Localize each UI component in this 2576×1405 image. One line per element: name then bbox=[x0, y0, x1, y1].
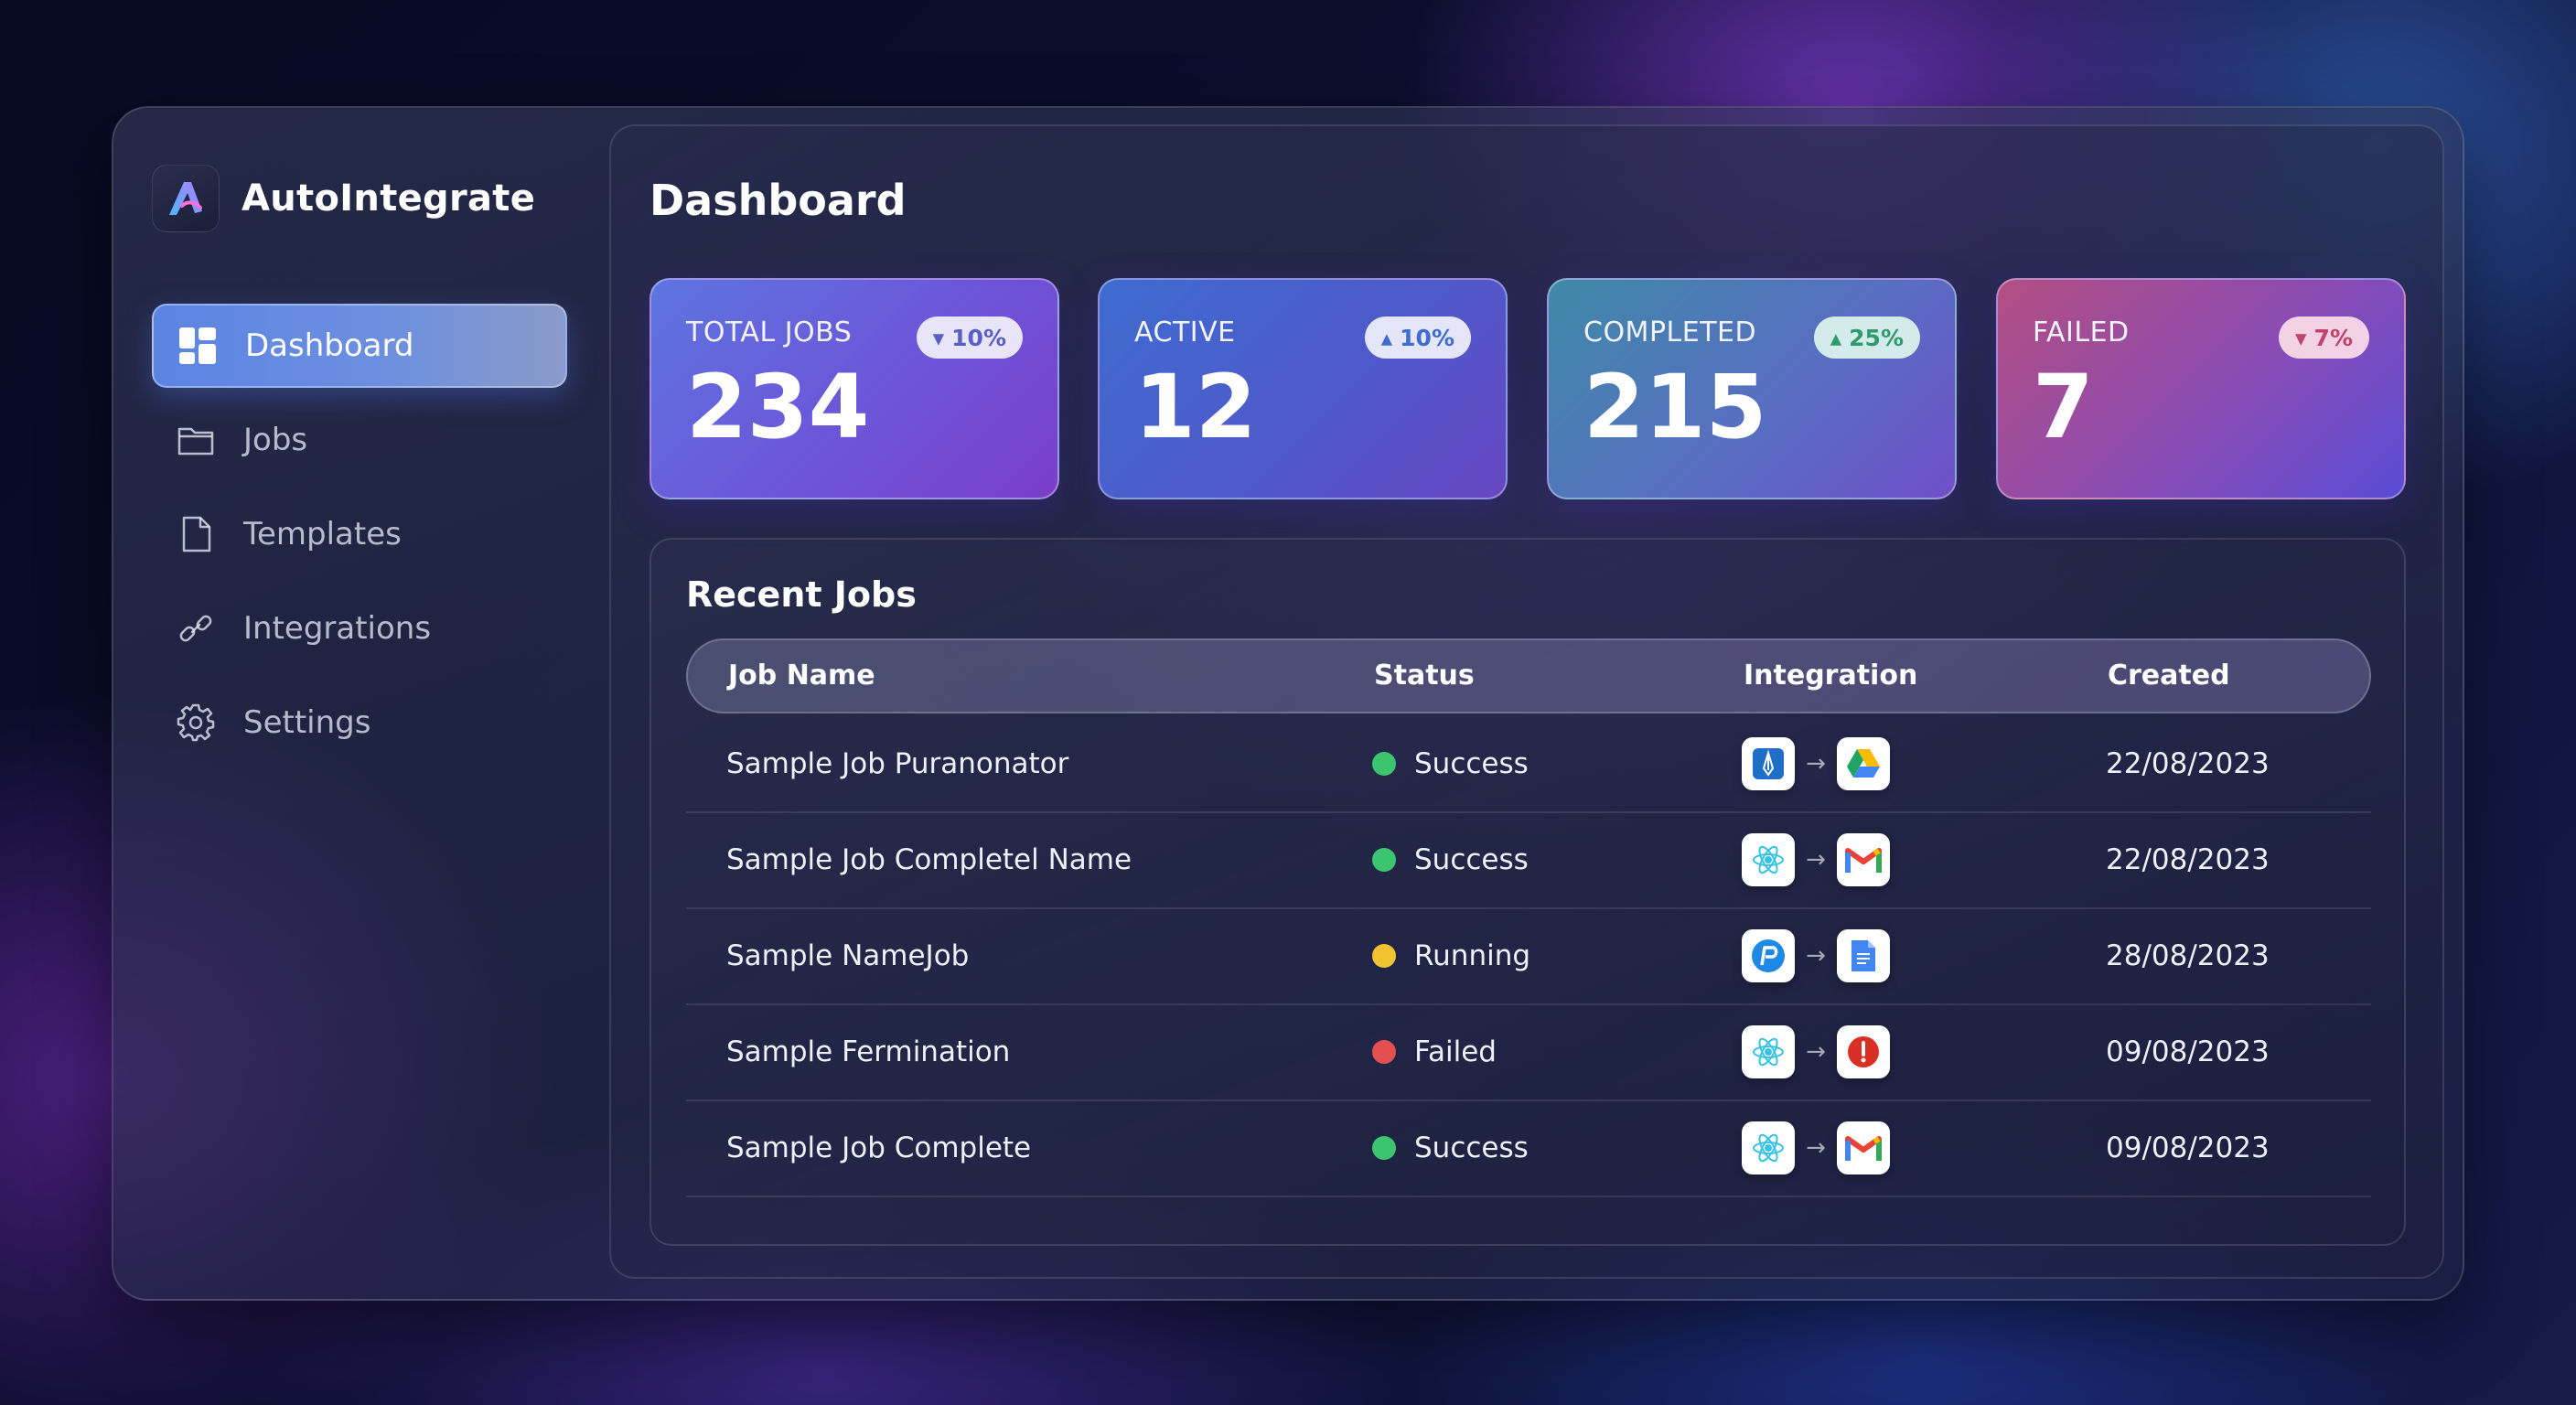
job-status: Failed bbox=[1372, 1005, 1497, 1099]
app-name: AutoIntegrate bbox=[242, 177, 536, 220]
job-status: Success bbox=[1372, 717, 1529, 811]
arrow-right-icon: → bbox=[1806, 846, 1826, 874]
job-name: Sample NameJob bbox=[726, 939, 970, 972]
stat-card-active[interactable]: ACTIVE 12 ▴ 10% bbox=[1098, 278, 1508, 499]
trend-badge: ▾ 10% bbox=[916, 316, 1023, 359]
status-dot-icon bbox=[1372, 943, 1396, 968]
trend-badge: ▴ 10% bbox=[1364, 316, 1471, 359]
job-created-date: 22/08/2023 bbox=[2106, 843, 2270, 876]
sidebar-item-label: Settings bbox=[243, 704, 371, 741]
status-dot-icon bbox=[1372, 847, 1396, 872]
sidebar-item-jobs[interactable]: Jobs bbox=[152, 398, 567, 482]
job-created-date: 09/08/2023 bbox=[2106, 1035, 2270, 1068]
sidebar-item-label: Jobs bbox=[243, 422, 308, 458]
gmail-icon bbox=[1837, 1121, 1890, 1174]
stat-card-completed[interactable]: COMPLETED 215 ▴ 25% bbox=[1547, 278, 1957, 499]
dashboard-grid-icon bbox=[177, 326, 218, 366]
gmail-icon bbox=[1837, 833, 1890, 886]
recent-jobs-title: Recent Jobs bbox=[686, 574, 917, 615]
trend-up-icon: ▴ bbox=[1830, 324, 1842, 351]
react-atom-icon bbox=[1742, 1121, 1795, 1174]
integration-pair: → bbox=[1742, 929, 1890, 982]
trend-down-icon: ▾ bbox=[2294, 324, 2307, 351]
status-dot-icon bbox=[1372, 1135, 1396, 1160]
trend-badge: ▴ 25% bbox=[1813, 316, 1920, 359]
stat-value: 12 bbox=[1134, 356, 1257, 458]
trend-down-icon: ▾ bbox=[932, 324, 945, 351]
arrow-right-icon: → bbox=[1806, 942, 1826, 970]
job-name: Sample Job Complete bbox=[726, 1132, 1032, 1164]
trend-value: 10% bbox=[951, 324, 1006, 351]
trend-badge: ▾ 7% bbox=[2278, 316, 2369, 359]
job-status: Success bbox=[1372, 1101, 1529, 1196]
stat-value: 234 bbox=[686, 356, 870, 458]
integration-pair: → bbox=[1742, 1121, 1890, 1174]
integration-pair: → bbox=[1742, 1025, 1890, 1078]
link-icon bbox=[176, 608, 216, 649]
integration-pair: → bbox=[1742, 737, 1890, 790]
job-created-date: 22/08/2023 bbox=[2106, 747, 2270, 780]
status-text: Success bbox=[1414, 843, 1529, 876]
recent-jobs-panel: Recent Jobs Job Name Status Integration … bbox=[649, 538, 2406, 1246]
table-row[interactable]: Sample Job Puranonator Success → 22/08/2… bbox=[686, 717, 2371, 813]
column-header-integration[interactable]: Integration bbox=[1744, 640, 1917, 712]
job-status: Running bbox=[1372, 909, 1530, 1003]
sidebar-item-label: Templates bbox=[243, 516, 402, 552]
trend-value: 7% bbox=[2313, 324, 2353, 351]
trend-value: 25% bbox=[1849, 324, 1904, 351]
sidebar-item-label: Integrations bbox=[243, 610, 432, 647]
react-atom-icon bbox=[1742, 833, 1795, 886]
status-text: Failed bbox=[1414, 1035, 1497, 1068]
table-row[interactable]: Sample NameJob Running → 28/08/2023 bbox=[686, 909, 2371, 1005]
google-docs-icon bbox=[1837, 929, 1890, 982]
job-name: Sample Fermination bbox=[726, 1035, 1011, 1068]
sidebar-item-settings[interactable]: Settings bbox=[152, 681, 567, 765]
column-header-job-name[interactable]: Job Name bbox=[728, 640, 875, 712]
sidebar-item-integrations[interactable]: Integrations bbox=[152, 586, 567, 670]
google-drive-icon bbox=[1837, 737, 1890, 790]
job-created-date: 09/08/2023 bbox=[2106, 1132, 2270, 1164]
error-alert-icon bbox=[1837, 1025, 1890, 1078]
column-header-created[interactable]: Created bbox=[2108, 640, 2230, 712]
sidebar-nav: Dashboard Jobs Templates Integrations Se… bbox=[152, 304, 569, 765]
sidebar-item-templates[interactable]: Templates bbox=[152, 492, 567, 576]
status-dot-icon bbox=[1372, 751, 1396, 776]
autointegrate-logo-icon bbox=[152, 165, 220, 232]
column-header-status[interactable]: Status bbox=[1374, 640, 1475, 712]
table-header: Job Name Status Integration Created bbox=[686, 638, 2371, 713]
trend-up-icon: ▴ bbox=[1380, 324, 1393, 351]
pen-tool-icon bbox=[1742, 737, 1795, 790]
job-name: Sample Job Puranonator bbox=[726, 747, 1069, 780]
table-row[interactable]: Sample Job Completel Name Success → 22/0… bbox=[686, 813, 2371, 909]
stat-card-failed[interactable]: FAILED 7 ▾ 7% bbox=[1996, 278, 2406, 499]
arrow-right-icon: → bbox=[1806, 1038, 1826, 1066]
react-atom-icon bbox=[1742, 1025, 1795, 1078]
status-text: Success bbox=[1414, 747, 1529, 780]
job-name: Sample Job Completel Name bbox=[726, 843, 1132, 876]
brand[interactable]: AutoIntegrate bbox=[152, 163, 569, 234]
table-row[interactable]: Sample Fermination Failed → 09/08/2023 bbox=[686, 1005, 2371, 1101]
gear-icon bbox=[176, 702, 216, 743]
stat-value: 215 bbox=[1583, 356, 1767, 458]
table-row[interactable]: Sample Job Complete Success → 09/08/2023 bbox=[686, 1101, 2371, 1197]
job-status: Success bbox=[1372, 813, 1529, 907]
sidebar: AutoIntegrate Dashboard Jobs Templates I… bbox=[152, 163, 569, 775]
document-icon bbox=[176, 514, 216, 554]
job-created-date: 28/08/2023 bbox=[2106, 939, 2270, 972]
status-text: Success bbox=[1414, 1132, 1529, 1164]
arrow-right-icon: → bbox=[1806, 1134, 1826, 1162]
integration-pair: → bbox=[1742, 833, 1890, 886]
page-title: Dashboard bbox=[649, 176, 907, 225]
folder-icon bbox=[176, 420, 216, 460]
sidebar-item-label: Dashboard bbox=[245, 327, 414, 364]
stat-value: 7 bbox=[2033, 356, 2094, 458]
paypal-p-icon bbox=[1742, 929, 1795, 982]
sidebar-item-dashboard[interactable]: Dashboard bbox=[152, 304, 567, 388]
stat-card-total-jobs[interactable]: TOTAL JOBS 234 ▾ 10% bbox=[649, 278, 1059, 499]
trend-value: 10% bbox=[1400, 324, 1454, 351]
arrow-right-icon: → bbox=[1806, 750, 1826, 778]
status-text: Running bbox=[1414, 939, 1531, 972]
status-dot-icon bbox=[1372, 1039, 1396, 1064]
